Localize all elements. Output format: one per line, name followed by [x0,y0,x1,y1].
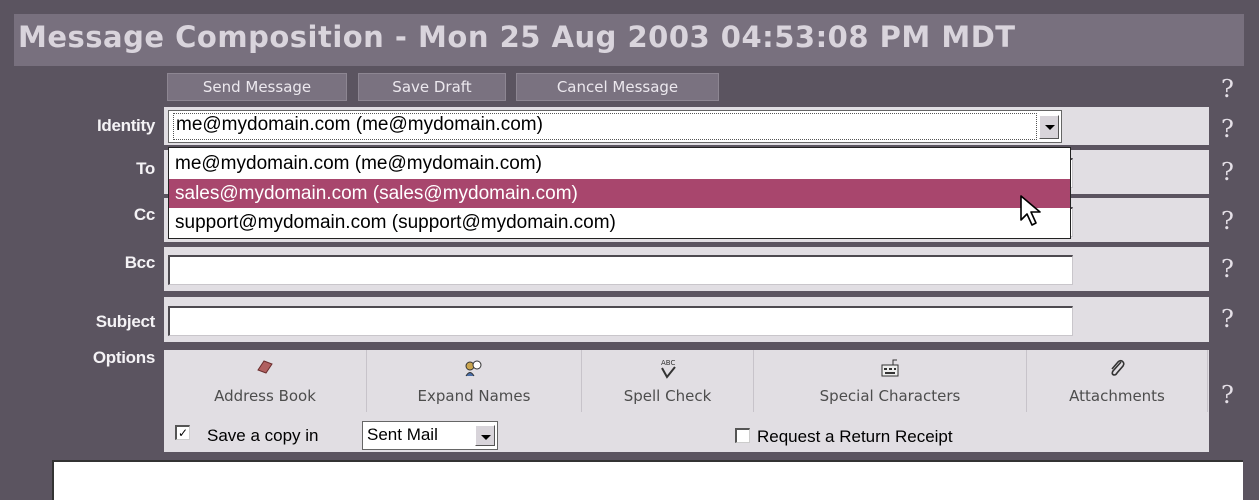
identity-dropdown-list[interactable]: me@mydomain.com (me@mydomain.com) sales@… [168,147,1071,239]
spell-check-button[interactable]: ABC Spell Check [582,350,754,412]
paperclip-icon [1027,358,1207,383]
save-copy-label: Save a copy in [207,426,319,445]
page-title: Message Composition - Mon 25 Aug 2003 04… [18,20,1016,54]
identity-selected-value: me@mydomain.com (me@mydomain.com) [176,114,543,135]
bcc-field[interactable] [168,255,1073,285]
to-label: To [136,159,155,178]
special-characters-button[interactable]: Special Characters [754,350,1027,412]
dropdown-arrow-icon[interactable] [1039,115,1059,139]
return-receipt-checkbox[interactable] [735,428,750,443]
return-receipt-label: Request a Return Receipt [757,427,953,446]
subject-field[interactable] [168,306,1073,336]
options-label: Options [92,348,155,367]
identity-option-highlighted[interactable]: sales@mydomain.com (sales@mydomain.com) [169,179,1070,208]
dropdown-arrow-icon[interactable] [475,425,495,446]
help-icon[interactable]: ? [1221,117,1234,141]
subject-label: Subject [95,312,156,331]
save-copy-checkbox[interactable]: ✓ [175,425,190,440]
address-book-label: Address Book [214,387,316,405]
spell-check-icon: ABC [582,358,753,385]
help-icon[interactable]: ? [1221,383,1234,407]
identity-option[interactable]: support@mydomain.com (support@mydomain.c… [169,208,1070,237]
attachments-button[interactable]: Attachments [1027,350,1208,412]
expand-names-button[interactable]: Expand Names [367,350,582,412]
special-characters-icon [754,358,1026,383]
help-icon[interactable]: ? [1221,77,1234,101]
attachments-label: Attachments [1069,387,1165,405]
identity-select[interactable]: me@mydomain.com (me@mydomain.com) [168,110,1062,143]
title-bar: Message Composition - Mon 25 Aug 2003 04… [14,14,1244,66]
save-copy-folder-select[interactable]: Sent Mail [362,421,498,450]
bcc-label: Bcc [124,253,156,272]
message-body-textarea[interactable] [52,460,1243,500]
help-icon[interactable]: ? [1221,307,1234,331]
save-copy-folder-value: Sent Mail [367,425,438,444]
cc-label: Cc [133,205,155,224]
send-message-button[interactable]: Send Message [167,73,347,101]
address-book-icon [164,358,366,381]
help-icon[interactable]: ? [1221,257,1234,281]
identity-option[interactable]: me@mydomain.com (me@mydomain.com) [169,149,1070,178]
special-characters-label: Special Characters [819,387,961,405]
help-icon[interactable]: ? [1221,209,1234,233]
svg-text:ABC: ABC [661,359,675,367]
expand-names-label: Expand Names [417,387,531,405]
spell-check-label: Spell Check [623,387,712,405]
mouse-cursor-icon [1019,194,1045,234]
cancel-message-button[interactable]: Cancel Message [516,73,719,101]
save-draft-button[interactable]: Save Draft [358,73,506,101]
help-icon[interactable]: ? [1221,160,1234,184]
identity-label: Identity [96,116,155,135]
address-book-button[interactable]: Address Book [164,350,367,412]
expand-names-icon [367,358,581,383]
